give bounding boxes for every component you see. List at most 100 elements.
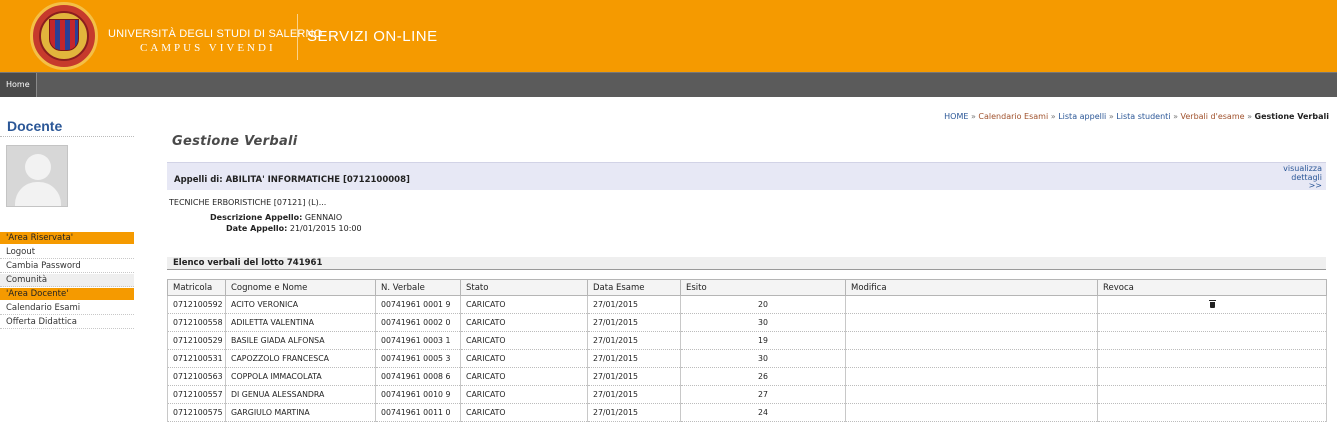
- descrizione-value: GENNAIO: [304, 213, 343, 222]
- cell-revoca: [1097, 367, 1327, 386]
- table-row: 0712100558 ADILETTA VALENTINA 00741961 0…: [167, 313, 1327, 332]
- sidebar-divider: [0, 136, 134, 137]
- cell-nome: ACITO VERONICA: [225, 295, 376, 314]
- user-avatar-icon: [6, 145, 68, 207]
- university-seal-logo[interactable]: [30, 2, 98, 70]
- cell-matricola: 0712100563: [167, 367, 226, 386]
- cell-matricola: 0712100558: [167, 313, 226, 332]
- cell-modifica: [845, 349, 1098, 368]
- cell-modifica: [845, 367, 1098, 386]
- sidebar-title: Docente: [7, 118, 63, 134]
- col-cognome-nome[interactable]: Cognome e Nome: [225, 279, 376, 296]
- verbali-list-title-bar: Elenco verbali del lotto 741961: [167, 257, 1326, 270]
- breadcrumb-lista-appelli[interactable]: Lista appelli: [1058, 112, 1106, 121]
- sidebar-section-comunita[interactable]: Comunità: [0, 274, 134, 287]
- cell-nome: GARGIULO MARTINA: [225, 403, 376, 422]
- cell-modifica: [845, 331, 1098, 350]
- cell-matricola: 0712100557: [167, 385, 226, 404]
- breadcrumb-verbali[interactable]: Verbali d'esame: [1181, 112, 1245, 121]
- col-modifica[interactable]: Modifica: [845, 279, 1098, 296]
- breadcrumb-home[interactable]: HOME: [944, 112, 968, 121]
- cell-revoca: [1097, 295, 1327, 314]
- cell-nome: CAPOZZOLO FRANCESCA: [225, 349, 376, 368]
- cell-matricola: 0712100529: [167, 331, 226, 350]
- cell-stato: CARICATO: [460, 349, 588, 368]
- descrizione-appello: Descrizione Appello: GENNAIO: [210, 213, 342, 222]
- cell-stato: CARICATO: [460, 367, 588, 386]
- table-row: 0712100575 GARGIULO MARTINA 00741961 001…: [167, 403, 1327, 422]
- sidebar-section-area-riservata: 'Area Riservata': [0, 232, 134, 245]
- cell-modifica: [845, 295, 1098, 314]
- header-divider: [297, 14, 298, 60]
- cell-data: 27/01/2015: [587, 349, 681, 368]
- cell-nome: COPPOLA IMMACOLATA: [225, 367, 376, 386]
- nav-home-link[interactable]: Home: [0, 73, 37, 97]
- cell-data: 27/01/2015: [587, 331, 681, 350]
- date-appello: Date Appello: 21/01/2015 10:00: [226, 224, 362, 233]
- breadcrumb: HOME » Calendario Esami » Lista appelli …: [944, 112, 1329, 121]
- cell-modifica: [845, 385, 1098, 404]
- sidebar-item-offerta-didattica[interactable]: Offerta Didattica: [0, 316, 134, 329]
- sidebar-item-logout[interactable]: Logout: [0, 246, 134, 259]
- date-value: 21/01/2015 10:00: [289, 224, 362, 233]
- site-header: UNIVERSITÀ DEGLI STUDI DI SALERNO CAMPUS…: [0, 0, 1337, 72]
- visualizza-dettagli-link[interactable]: visualizza dettagli >>: [1283, 164, 1322, 191]
- cell-modifica: [845, 313, 1098, 332]
- appelli-label: Appelli di: ABILITA' INFORMATICHE [07121…: [174, 175, 410, 185]
- cell-esito: 19: [680, 331, 846, 350]
- cell-revoca: [1097, 331, 1327, 350]
- descrizione-label: Descrizione Appello:: [210, 213, 303, 222]
- cell-revoca: [1097, 403, 1327, 422]
- table-row: 0712100557 DI GENUA ALESSANDRA 00741961 …: [167, 385, 1327, 404]
- cell-verbale: 00741961 0008 6: [375, 367, 461, 386]
- cell-data: 27/01/2015: [587, 403, 681, 422]
- col-matricola[interactable]: Matricola: [167, 279, 226, 296]
- university-motto: CAMPUS VIVENDI: [140, 42, 276, 54]
- breadcrumb-lista-studenti[interactable]: Lista studenti: [1116, 112, 1170, 121]
- col-stato[interactable]: Stato: [460, 279, 588, 296]
- cell-esito: 24: [680, 403, 846, 422]
- corso-info: TECNICHE ERBORISTICHE [07121] (L)...: [169, 198, 327, 207]
- sidebar-item-calendario-esami[interactable]: Calendario Esami: [0, 302, 134, 315]
- cell-stato: CARICATO: [460, 295, 588, 314]
- sidebar-item-cambia-password[interactable]: Cambia Password: [0, 260, 134, 273]
- cell-modifica: [845, 403, 1098, 422]
- table-row: 0712100531 CAPOZZOLO FRANCESCA 00741961 …: [167, 349, 1327, 368]
- cell-nome: ADILETTA VALENTINA: [225, 313, 376, 332]
- col-data-esame[interactable]: Data Esame: [587, 279, 681, 296]
- cell-revoca: [1097, 349, 1327, 368]
- table-row: 0712100529 BASILE GIADA ALFONSA 00741961…: [167, 331, 1327, 350]
- table-row: 0712100563 COPPOLA IMMACOLATA 00741961 0…: [167, 367, 1327, 386]
- cell-esito: 30: [680, 349, 846, 368]
- trash-icon[interactable]: [1208, 299, 1216, 308]
- cell-stato: CARICATO: [460, 385, 588, 404]
- cell-nome: DI GENUA ALESSANDRA: [225, 385, 376, 404]
- cell-verbale: 00741961 0005 3: [375, 349, 461, 368]
- verbali-list-title: Elenco verbali del lotto 741961: [173, 258, 323, 268]
- cell-data: 27/01/2015: [587, 295, 681, 314]
- breadcrumb-calendario[interactable]: Calendario Esami: [978, 112, 1048, 121]
- cell-matricola: 0712100531: [167, 349, 226, 368]
- cell-verbale: 00741961 0001 9: [375, 295, 461, 314]
- cell-esito: 27: [680, 385, 846, 404]
- cell-esito: 20: [680, 295, 846, 314]
- top-navbar: Home: [0, 72, 1337, 97]
- cell-stato: CARICATO: [460, 313, 588, 332]
- verbali-table: Matricola Cognome e Nome N. Verbale Stat…: [167, 279, 1327, 422]
- service-title: SERVIZI ON-LINE: [307, 28, 438, 45]
- breadcrumb-current: Gestione Verbali: [1254, 112, 1329, 121]
- cell-matricola: 0712100592: [167, 295, 226, 314]
- appelli-header-bar: Appelli di: ABILITA' INFORMATICHE [07121…: [167, 162, 1326, 190]
- cell-revoca: [1097, 385, 1327, 404]
- cell-stato: CARICATO: [460, 403, 588, 422]
- university-name: UNIVERSITÀ DEGLI STUDI DI SALERNO: [108, 28, 323, 40]
- cell-verbale: 00741961 0003 1: [375, 331, 461, 350]
- cell-data: 27/01/2015: [587, 367, 681, 386]
- date-label: Date Appello:: [226, 224, 288, 233]
- col-n-verbale[interactable]: N. Verbale: [375, 279, 461, 296]
- col-esito[interactable]: Esito: [680, 279, 846, 296]
- table-header-row: Matricola Cognome e Nome N. Verbale Stat…: [167, 279, 1327, 296]
- page-title: Gestione Verbali: [172, 134, 298, 149]
- col-revoca[interactable]: Revoca: [1097, 279, 1327, 296]
- cell-revoca: [1097, 313, 1327, 332]
